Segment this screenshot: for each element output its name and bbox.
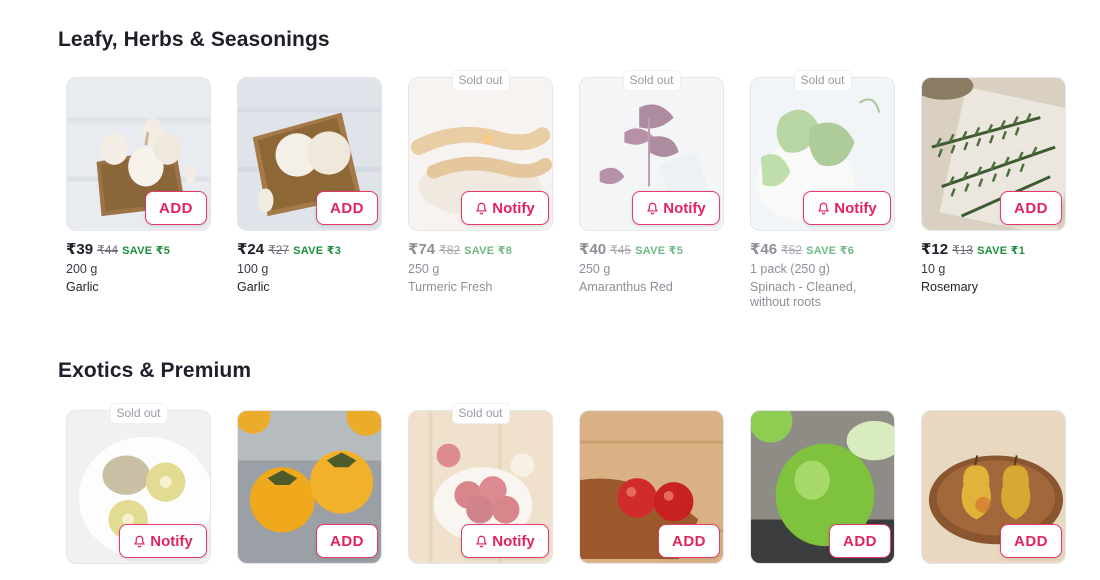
mrp: ₹52 <box>781 243 803 257</box>
add-button[interactable]: ADD <box>145 191 207 225</box>
bell-icon <box>134 535 146 547</box>
notify-label: Notify <box>492 199 535 217</box>
quantity: 250 g <box>579 262 611 276</box>
save-badge: SAVE ₹3 <box>293 245 342 257</box>
price-row: ₹74 ₹82 SAVE ₹8 <box>408 240 553 258</box>
product-card[interactable]: Sold out Notify ₹74 ₹82 SAVE ₹8 250 g Tu… <box>408 71 553 310</box>
quantity: 1 pack (250 g) <box>750 262 830 276</box>
save-badge: SAVE ₹5 <box>122 245 171 257</box>
product-name: Garlic <box>66 280 99 294</box>
product-card[interactable]: Sold out Notify <box>408 404 553 564</box>
price-row: ₹12 ₹13 SAVE ₹1 <box>921 240 1066 258</box>
price-row: ₹24 ₹27 SAVE ₹3 <box>237 240 382 258</box>
sold-out-badge: Sold out <box>794 71 851 90</box>
add-button[interactable]: ADD <box>829 524 891 558</box>
mrp: ₹82 <box>439 243 461 257</box>
mrp: ₹27 <box>268 243 290 257</box>
save-badge: SAVE ₹5 <box>635 245 684 257</box>
quantity: 250 g <box>408 262 440 276</box>
bell-icon <box>476 535 488 547</box>
quantity: 200 g <box>66 262 98 276</box>
add-button[interactable]: ADD <box>316 524 378 558</box>
add-button[interactable]: ADD <box>658 524 720 558</box>
product-card[interactable]: ADD <box>921 410 1066 564</box>
price-row: ₹46 ₹52 SAVE ₹6 <box>750 240 895 258</box>
save-badge: SAVE ₹1 <box>977 245 1026 257</box>
product-card[interactable]: Sold out Notify ₹46 ₹52 SAVE ₹6 1 pack (… <box>750 71 895 310</box>
product-card[interactable]: Sold out Notify <box>66 404 211 564</box>
quantity: 10 g <box>921 262 946 276</box>
notify-label: Notify <box>663 199 706 217</box>
add-button[interactable]: ADD <box>1000 524 1062 558</box>
product-card[interactable]: Sold out Notify ₹40 ₹45 SAVE ₹5 250 g Am… <box>579 71 724 310</box>
notify-button[interactable]: Notify <box>632 191 720 225</box>
product-grid-leafy: ADD ₹39 ₹44 SAVE ₹5 200 g Garlic ADD ₹24… <box>66 71 1070 310</box>
sold-out-badge: Sold out <box>452 71 509 90</box>
product-grid-exotics: Sold out Notify ADD Sold out Notify ADD <box>66 404 1070 564</box>
sold-out-badge: Sold out <box>623 71 680 90</box>
price: ₹12 <box>921 241 949 258</box>
notify-label: Notify <box>150 532 193 550</box>
price: ₹46 <box>750 241 778 258</box>
notify-button[interactable]: Notify <box>461 524 549 558</box>
price: ₹24 <box>237 241 265 258</box>
bell-icon <box>476 202 488 214</box>
sold-out-badge: Sold out <box>452 404 509 423</box>
price: ₹40 <box>579 241 607 258</box>
product-name: Rosemary <box>921 280 978 294</box>
section-title-exotics: Exotics & Premium <box>58 359 252 382</box>
product-card[interactable]: ADD ₹24 ₹27 SAVE ₹3 100 g Garlic <box>237 77 382 310</box>
save-badge: SAVE ₹8 <box>464 245 513 257</box>
price: ₹39 <box>66 241 94 258</box>
add-button[interactable]: ADD <box>316 191 378 225</box>
mrp: ₹13 <box>952 243 974 257</box>
price-row: ₹40 ₹45 SAVE ₹5 <box>579 240 724 258</box>
bell-icon <box>647 202 659 214</box>
save-badge: SAVE ₹6 <box>806 245 855 257</box>
notify-button[interactable]: Notify <box>803 191 891 225</box>
quantity: 100 g <box>237 262 269 276</box>
notify-button[interactable]: Notify <box>119 524 207 558</box>
bell-icon <box>818 202 830 214</box>
notify-button[interactable]: Notify <box>461 191 549 225</box>
add-button[interactable]: ADD <box>1000 191 1062 225</box>
product-card[interactable]: ADD ₹12 ₹13 SAVE ₹1 10 g Rosemary <box>921 77 1066 310</box>
price-row: ₹39 ₹44 SAVE ₹5 <box>66 240 211 258</box>
section-title-leafy: Leafy, Herbs & Seasonings <box>58 28 330 51</box>
product-name: Garlic <box>237 280 270 294</box>
price: ₹74 <box>408 241 436 258</box>
product-card[interactable]: ADD <box>579 410 724 564</box>
product-name: Amaranthus Red <box>579 280 673 294</box>
product-name: Spinach - Cleaned, without roots <box>750 280 857 309</box>
product-name: Turmeric Fresh <box>408 280 493 294</box>
product-card[interactable]: ADD <box>237 410 382 564</box>
product-card[interactable]: ADD <box>750 410 895 564</box>
sold-out-badge: Sold out <box>110 404 167 423</box>
mrp: ₹45 <box>610 243 632 257</box>
mrp: ₹44 <box>97 243 119 257</box>
product-card[interactable]: ADD ₹39 ₹44 SAVE ₹5 200 g Garlic <box>66 77 211 310</box>
notify-label: Notify <box>492 532 535 550</box>
notify-label: Notify <box>834 199 877 217</box>
